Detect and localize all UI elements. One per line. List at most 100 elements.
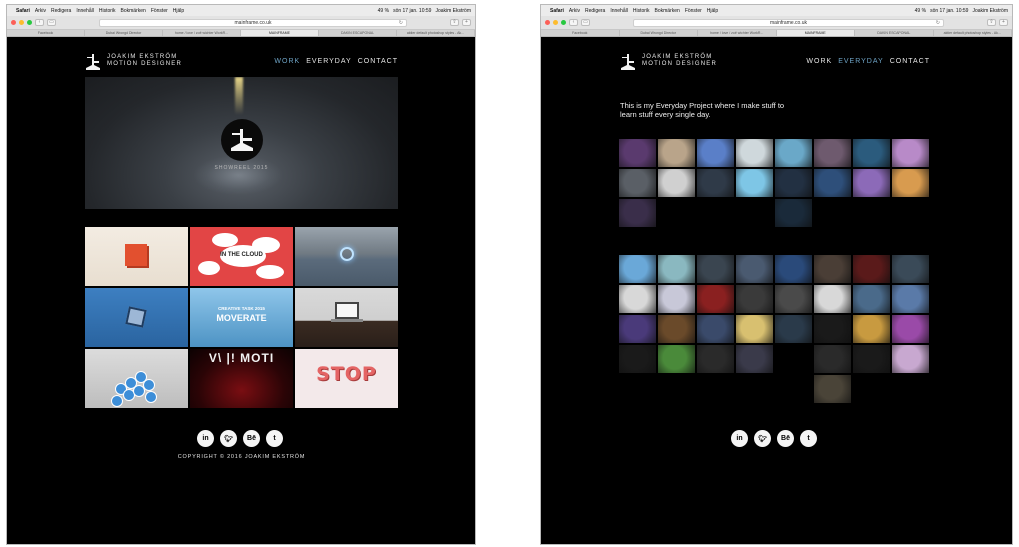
everyday-thumbnail[interactable] [853, 315, 890, 343]
menu-safari[interactable]: Safari [16, 8, 30, 14]
everyday-thumbnail[interactable] [892, 139, 929, 167]
menu-innehall[interactable]: Innehåll [610, 8, 628, 14]
everyday-thumbnail[interactable] [697, 255, 734, 283]
nav-work[interactable]: WORK [274, 58, 300, 65]
everyday-thumbnail[interactable] [814, 255, 851, 283]
everyday-thumbnail[interactable] [736, 169, 773, 197]
browser-tab[interactable]: Facebook [541, 30, 620, 36]
reload-icon[interactable]: ↻ [399, 20, 403, 26]
nav-everyday[interactable]: EVERYDAY [838, 58, 883, 65]
browser-tab[interactable]: MAINFRAME [776, 30, 855, 36]
share-icon[interactable]: ⇧ [450, 19, 459, 26]
everyday-thumbnail[interactable] [853, 345, 890, 373]
new-tab-icon[interactable]: + [999, 19, 1008, 26]
work-tile-water-ring[interactable] [295, 227, 398, 286]
everyday-thumbnail[interactable] [775, 255, 812, 283]
everyday-thumbnail[interactable] [775, 169, 812, 197]
everyday-thumbnail[interactable] [775, 139, 812, 167]
nav-work[interactable]: WORK [806, 58, 832, 65]
work-tile-blue-box[interactable] [85, 288, 188, 347]
share-icon[interactable]: ⇧ [987, 19, 996, 26]
everyday-thumbnail[interactable] [814, 169, 851, 197]
address-bar[interactable]: mainframe.co.uk ↻ [99, 18, 407, 27]
everyday-thumbnail[interactable] [697, 315, 734, 343]
everyday-thumbnail[interactable] [892, 169, 929, 197]
everyday-thumbnail[interactable] [697, 345, 734, 373]
nav-contact[interactable]: CONTACT [890, 58, 930, 65]
everyday-thumbnail[interactable] [736, 285, 773, 313]
everyday-thumbnail[interactable] [658, 315, 695, 343]
work-tile-in-the-cloud[interactable]: IN THE CLOUD [190, 227, 293, 286]
minimize-window-button[interactable] [553, 20, 558, 25]
menu-historik[interactable]: Historik [99, 8, 116, 14]
browser-tab[interactable]: Dubai Wrongd Director [85, 30, 163, 36]
behance-icon[interactable]: Bē [243, 430, 260, 447]
user-name[interactable]: Joakim Ekström [972, 8, 1008, 14]
back-button[interactable]: ‹ [569, 19, 578, 26]
everyday-thumbnail[interactable] [853, 139, 890, 167]
everyday-thumbnail[interactable] [619, 285, 656, 313]
menu-innehall[interactable]: Innehåll [76, 8, 94, 14]
everyday-thumbnail[interactable] [658, 285, 695, 313]
menu-safari[interactable]: Safari [550, 8, 564, 14]
behance-icon[interactable]: Bē [777, 430, 794, 447]
browser-tab[interactable]: Dubai Wrongd Director [620, 30, 698, 36]
nav-contact[interactable]: CONTACT [358, 58, 398, 65]
everyday-thumbnail[interactable] [736, 139, 773, 167]
work-tile-moverate[interactable]: CREATIVE TASK 2015 MOVERATE [190, 288, 293, 347]
everyday-thumbnail[interactable] [658, 139, 695, 167]
browser-tab[interactable]: DAKIN ESCAPONAL [319, 30, 397, 36]
tumblr-icon[interactable]: t [800, 430, 817, 447]
work-tile-stop[interactable]: STOP [295, 349, 398, 408]
everyday-thumbnail[interactable] [697, 169, 734, 197]
everyday-thumbnail[interactable] [619, 345, 656, 373]
everyday-thumbnail[interactable] [619, 169, 656, 197]
battery-status[interactable]: 49 % [378, 8, 389, 14]
everyday-thumbnail[interactable] [892, 345, 929, 373]
menu-fonster[interactable]: Fönster [151, 8, 168, 14]
battery-status[interactable]: 49 % [915, 8, 926, 14]
sidebar-toggle-icon[interactable]: ▭ [47, 19, 56, 26]
work-tile-blue-balls[interactable] [85, 349, 188, 408]
everyday-thumbnail[interactable] [658, 345, 695, 373]
everyday-thumbnail[interactable] [892, 285, 929, 313]
everyday-thumbnail[interactable] [775, 199, 812, 227]
menu-arkiv[interactable]: Arkiv [569, 8, 580, 14]
back-button[interactable]: ‹ [35, 19, 44, 26]
menu-historik[interactable]: Historik [633, 8, 650, 14]
logo-icon[interactable] [620, 53, 636, 70]
linkedin-icon[interactable]: in [197, 430, 214, 447]
work-tile-motion[interactable]: V\ |! MOTI [190, 349, 293, 408]
tumblr-icon[interactable]: t [266, 430, 283, 447]
browser-tab[interactable]: Facebook [7, 30, 85, 36]
menu-redigera[interactable]: Redigera [585, 8, 605, 14]
everyday-thumbnail[interactable] [736, 255, 773, 283]
reload-icon[interactable]: ↻ [936, 20, 940, 26]
new-tab-icon[interactable]: + [462, 19, 471, 26]
menu-redigera[interactable]: Redigera [51, 8, 71, 14]
nav-everyday[interactable]: EVERYDAY [306, 58, 351, 65]
browser-tab[interactable]: home / love / zoë wichter WorkR... [163, 30, 241, 36]
address-bar[interactable]: mainframe.co.uk ↻ [633, 18, 944, 27]
brand-name[interactable]: JOAKIM EKSTRÖM MOTION DESIGNER [107, 54, 182, 68]
user-name[interactable]: Joakim Ekström [435, 8, 471, 14]
everyday-thumbnail[interactable] [658, 255, 695, 283]
play-emblem-icon[interactable] [221, 119, 263, 161]
menu-hjalp[interactable]: Hjälp [707, 8, 718, 14]
close-window-button[interactable] [11, 20, 16, 25]
work-tile-cube[interactable] [85, 227, 188, 286]
everyday-thumbnail[interactable] [736, 345, 773, 373]
showreel-video[interactable]: SHOWREEL 2015 [85, 77, 398, 209]
everyday-thumbnail[interactable] [853, 255, 890, 283]
menu-bokmarken[interactable]: Bokmärken [121, 8, 146, 14]
everyday-thumbnail[interactable] [814, 315, 851, 343]
brand-name[interactable]: JOAKIM EKSTRÖM MOTION DESIGNER [642, 54, 717, 68]
twitter-icon[interactable]: 🐦︎ [220, 430, 237, 447]
clock[interactable]: sön 17 jan. 10:59 [393, 8, 431, 14]
menu-fonster[interactable]: Fönster [685, 8, 702, 14]
everyday-thumbnail[interactable] [814, 285, 851, 313]
zoom-window-button[interactable] [561, 20, 566, 25]
browser-tab[interactable]: MAINFRAME [241, 30, 319, 36]
everyday-thumbnail[interactable] [814, 345, 851, 373]
everyday-thumbnail[interactable] [619, 255, 656, 283]
